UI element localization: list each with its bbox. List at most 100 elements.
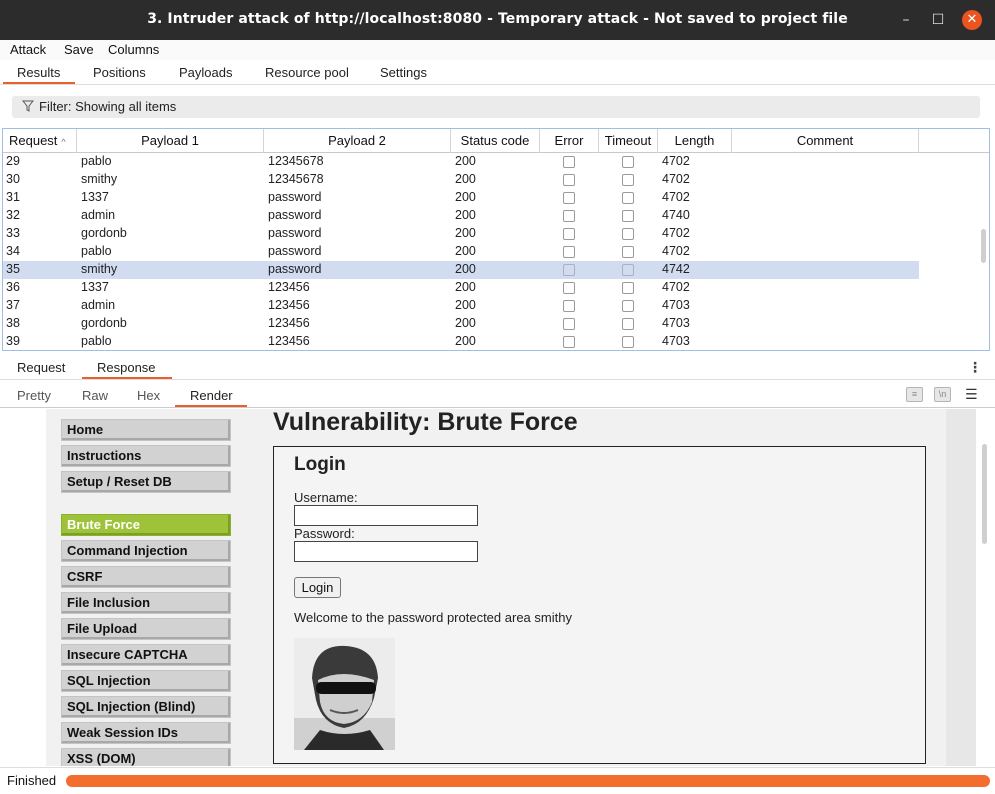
table-row[interactable]: 31 1337 password 200 4702 [3,189,919,207]
column-comment[interactable]: Comment [732,129,919,153]
tab-response[interactable]: Response [97,360,156,375]
menu-columns[interactable]: Columns [108,42,159,57]
minimize-icon[interactable]: – [896,10,916,30]
dvwa-menu-command-injection[interactable]: Command Injection [61,540,231,562]
cell-payload-1: gordonb [81,316,127,330]
login-title: Login [294,454,346,475]
dvwa-menu-file-upload[interactable]: File Upload [61,618,231,640]
table-row[interactable]: 39 pablo 123456 200 4703 [3,333,919,350]
table-row[interactable]: 36 1337 123456 200 4702 [3,279,919,297]
wrap-icon[interactable]: ≡ [906,387,923,402]
cell-payload-2: password [268,244,322,258]
window-title: 3. Intruder attack of http://localhost:8… [147,11,848,27]
cell-payload-1: 1337 [81,280,109,294]
dvwa-menu-instructions[interactable]: Instructions [61,445,231,467]
password-input[interactable] [294,541,478,562]
cell-payload-1: pablo [81,154,112,168]
cell-length: 4742 [662,262,690,276]
filter-text: Filter: Showing all items [39,99,177,114]
tab-resource-pool[interactable]: Resource pool [265,65,349,80]
cell-status: 200 [455,262,476,276]
view-tabs: Pretty Raw Hex Render ≡ \n ☰ [0,382,995,408]
newline-icon[interactable]: \n [934,387,951,402]
dvwa-menu-weak-session-ids[interactable]: Weak Session IDs [61,722,231,744]
tab-hex[interactable]: Hex [137,388,160,403]
table-row[interactable]: 30 smithy 12345678 200 4702 [3,171,919,189]
error-checkbox [563,318,575,330]
column-timeout[interactable]: Timeout [599,129,658,153]
cell-length: 4702 [662,226,690,240]
tab-payloads[interactable]: Payloads [179,65,232,80]
timeout-checkbox [622,246,634,258]
table-row[interactable]: 37 admin 123456 200 4703 [3,297,919,315]
tab-render[interactable]: Render [190,388,233,403]
table-scrollbar[interactable] [981,229,986,263]
cell-request: 35 [6,262,20,276]
login-button[interactable]: Login [294,577,341,598]
tab-results[interactable]: Results [17,65,60,80]
column-payload-2[interactable]: Payload 2 [264,129,451,153]
tab-positions[interactable]: Positions [93,65,146,80]
table-row[interactable]: 35 smithy password 200 4742 [3,261,919,279]
more-options-icon[interactable]: ⋮ [968,359,982,376]
dvwa-menu-csrf[interactable]: CSRF [61,566,231,588]
menu-save[interactable]: Save [64,42,94,57]
dvwa-menu-xss-dom[interactable]: XSS (DOM) [61,748,231,766]
cell-request: 31 [6,190,20,204]
tab-request[interactable]: Request [17,360,65,375]
dvwa-menu-sql-injection[interactable]: SQL Injection [61,670,231,692]
cell-length: 4702 [662,172,690,186]
close-icon[interactable]: ✕ [962,10,982,30]
table-header: Request ^ Payload 1 Payload 2 Status code… [3,129,989,153]
table-row[interactable]: 38 gordonb 123456 200 4703 [3,315,919,333]
tab-raw[interactable]: Raw [82,388,108,403]
dvwa-menu-brute-force[interactable]: Brute Force [61,514,231,536]
error-checkbox [563,300,575,312]
render-view: Home Instructions Setup / Reset DB Brute Fo… [2,409,990,766]
dvwa-menu-insecure-captcha[interactable]: Insecure CAPTCHA [61,644,231,666]
cell-request: 39 [6,334,20,348]
cell-request: 36 [6,280,20,294]
table-row[interactable]: 34 pablo password 200 4702 [3,243,919,261]
cell-length: 4703 [662,316,690,330]
table-row[interactable]: 32 admin password 200 4740 [3,207,919,225]
cell-length: 4702 [662,190,690,204]
cell-status: 200 [455,208,476,222]
cell-payload-2: 12345678 [268,172,324,186]
column-length[interactable]: Length [658,129,732,153]
password-label: Password: [294,526,355,541]
cell-payload-2: 123456 [268,316,310,330]
timeout-checkbox [622,336,634,348]
table-row[interactable]: 33 gordonb password 200 4702 [3,225,919,243]
menu-attack[interactable]: Attack [10,42,46,57]
timeout-checkbox [622,282,634,294]
filter-bar[interactable]: Filter: Showing all items [12,96,980,118]
error-checkbox [563,282,575,294]
cell-payload-1: admin [81,298,116,312]
cell-request: 34 [6,244,20,258]
cell-payload-1: admin [81,208,116,222]
table-body: 29 pablo 12345678 200 4702 30 smithy 12345678 20… [3,153,989,350]
maximize-icon[interactable]: ☐ [928,10,948,30]
column-status-code[interactable]: Status code [451,129,540,153]
column-payload-1[interactable]: Payload 1 [77,129,264,153]
dvwa-menu-file-inclusion[interactable]: File Inclusion [61,592,231,614]
sort-asc-icon: ^ [61,137,66,147]
dvwa-menu-sql-injection-blind[interactable]: SQL Injection (Blind) [61,696,231,718]
username-input[interactable] [294,505,478,526]
cell-length: 4740 [662,208,690,222]
tab-pretty[interactable]: Pretty [17,388,51,403]
column-error[interactable]: Error [540,129,599,153]
tab-settings[interactable]: Settings [380,65,427,80]
table-row[interactable]: 29 pablo 12345678 200 4702 [3,153,919,171]
render-scrollbar[interactable] [982,444,987,544]
dvwa-menu-home[interactable]: Home [61,419,231,441]
cell-payload-1: pablo [81,334,112,348]
cell-payload-2: 123456 [268,280,310,294]
results-table: Request ^ Payload 1 Payload 2 Status code… [2,128,990,351]
dvwa-menu-setup-reset-db[interactable]: Setup / Reset DB [61,471,231,493]
menu-icon[interactable]: ☰ [965,386,978,403]
attack-tabs: Results Positions Payloads Resource pool… [0,60,995,85]
column-request[interactable]: Request ^ [3,129,77,153]
cell-payload-1: pablo [81,244,112,258]
